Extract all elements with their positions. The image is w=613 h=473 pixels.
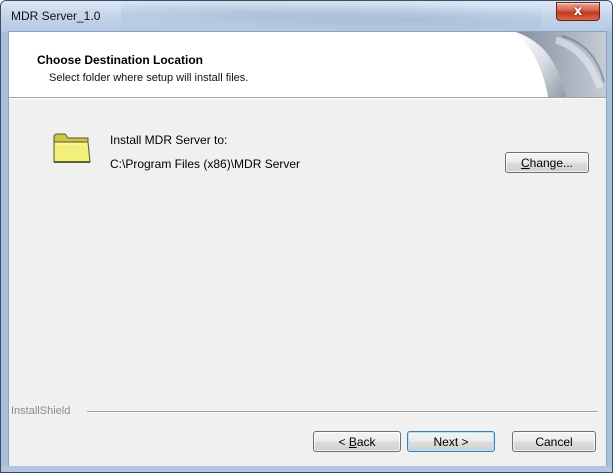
branding-divider xyxy=(87,411,598,413)
back-button[interactable]: < Back xyxy=(313,431,401,452)
close-button[interactable]: x xyxy=(556,2,600,21)
change-button[interactable]: Change... xyxy=(505,152,589,173)
page-curl-graphic xyxy=(516,32,606,97)
installer-window: MDR Server_1.0 x Choose Destination Loca… xyxy=(0,0,613,473)
close-icon: x xyxy=(573,4,583,19)
window-bottom-frame xyxy=(1,466,612,472)
back-label-rest: ack xyxy=(356,434,376,449)
back-mnemonic: B xyxy=(348,434,357,449)
change-label-rest: hange... xyxy=(529,155,574,170)
back-prefix: < xyxy=(338,434,349,449)
page-title: Choose Destination Location xyxy=(37,53,204,67)
cancel-button[interactable]: Cancel xyxy=(512,431,596,452)
next-button[interactable]: Next > xyxy=(407,431,495,452)
change-mnemonic: C xyxy=(520,155,530,170)
wizard-header: Choose Destination Location Select folde… xyxy=(9,32,606,98)
install-path-value: C:\Program Files (x86)\MDR Server xyxy=(110,157,301,171)
brand-label: InstallShield xyxy=(11,405,74,417)
title-bar-glass xyxy=(121,1,541,31)
page-subtitle: Select folder where setup will install f… xyxy=(49,72,249,84)
folder-icon xyxy=(53,133,91,163)
window-title: MDR Server_1.0 xyxy=(11,9,101,23)
dialog-client-area: Choose Destination Location Select folde… xyxy=(8,31,607,467)
title-bar[interactable]: MDR Server_1.0 x xyxy=(1,1,612,31)
install-location-label: Install MDR Server to: xyxy=(110,133,228,147)
installshield-branding: InstallShield xyxy=(9,405,606,419)
